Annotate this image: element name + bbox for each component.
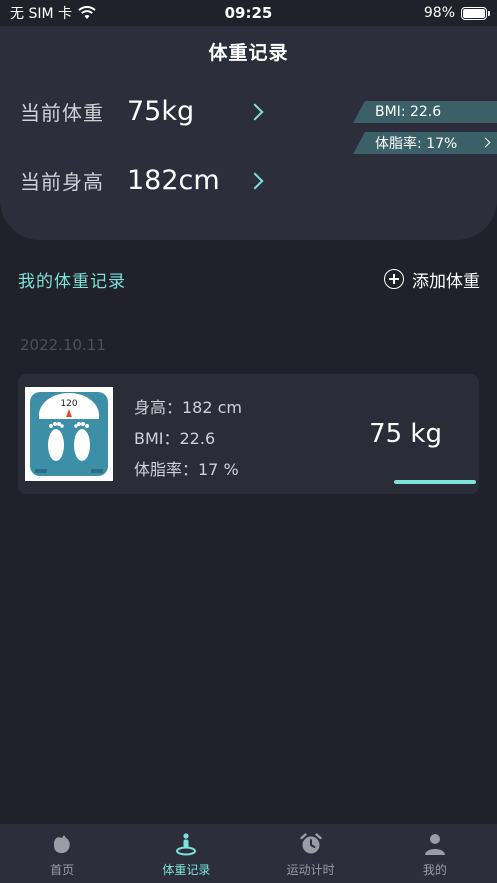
home-icon: [54, 835, 70, 853]
bottom-tab-bar: 首页 体重记录 运动计时 我的: [0, 824, 497, 883]
scale-person-icon: [176, 833, 197, 856]
body-fat-tag-text: 体脂率: 17%: [375, 136, 458, 152]
scale-thumbnail: 120: [25, 387, 113, 481]
record-details: 身高：182 cm BMI：22.6 体脂率：17 %: [134, 392, 242, 485]
alarm-clock-icon: [299, 833, 322, 854]
record-date: 2022.10.11: [20, 336, 106, 354]
bmi-tag-text: BMI: 22.6: [375, 104, 442, 120]
current-height-row[interactable]: 当前身高 182cm: [20, 165, 264, 196]
tab-profile-label: 我的: [422, 863, 447, 877]
records-section-title: 我的体重记录: [18, 271, 126, 292]
record-body-fat: 体脂率：17 %: [134, 460, 239, 479]
plus-circle-icon: [384, 269, 404, 289]
bathroom-scale-icon: 120: [30, 392, 108, 476]
record-weight: 75 kg: [369, 419, 442, 449]
status-right: 98%: [423, 5, 490, 21]
add-weight-button[interactable]: 添加体重: [384, 267, 480, 292]
current-height-label: 当前身高: [20, 170, 104, 194]
chevron-right-icon: [246, 103, 264, 120]
battery-percent: 98%: [423, 5, 455, 21]
record-accent-bar: [394, 480, 476, 484]
body-fat-tag[interactable]: 体脂率: 17%: [353, 132, 497, 154]
records-section-header: 我的体重记录 添加体重: [18, 266, 480, 292]
scale-reading: 120: [60, 399, 77, 409]
tab-weight-record-label: 体重记录: [162, 863, 211, 877]
record-height: 身高：182 cm: [134, 398, 243, 417]
status-left: 无 SIM 卡: [10, 3, 96, 23]
tab-home-label: 首页: [50, 863, 75, 877]
battery-icon: [461, 6, 490, 20]
battery-fill: [463, 8, 485, 18]
carrier-text: 无 SIM 卡: [10, 6, 72, 22]
tab-exercise-timer[interactable]: 运动计时: [249, 824, 373, 883]
page-title: 体重记录: [208, 42, 289, 64]
tab-home[interactable]: 首页: [0, 824, 124, 883]
tab-exercise-timer-label: 运动计时: [286, 863, 335, 877]
record-bmi: BMI：22.6: [134, 429, 216, 448]
add-weight-label: 添加体重: [412, 271, 480, 292]
weight-record-card[interactable]: 120 身高：182 cm BMI：22.6 体脂率：17 % 75 kg: [18, 374, 479, 494]
current-weight-value: 75kg: [127, 96, 195, 127]
header-card: 体重记录 当前体重 75kg 当前身高 182cm BMI: 22.6 体脂率:…: [0, 26, 497, 240]
wifi-icon: [78, 6, 96, 19]
user-icon: [424, 834, 445, 855]
bmi-tag: BMI: 22.6: [353, 101, 497, 123]
tab-weight-record[interactable]: 体重记录: [124, 824, 248, 883]
chevron-right-icon: [480, 137, 491, 148]
chevron-right-icon: [246, 172, 264, 189]
status-bar: 无 SIM 卡 09:25 98%: [0, 0, 497, 26]
current-height-value: 182cm: [127, 165, 220, 196]
current-weight-row[interactable]: 当前体重 75kg: [20, 96, 264, 127]
current-weight-label: 当前体重: [20, 101, 104, 125]
tab-profile[interactable]: 我的: [373, 824, 497, 883]
